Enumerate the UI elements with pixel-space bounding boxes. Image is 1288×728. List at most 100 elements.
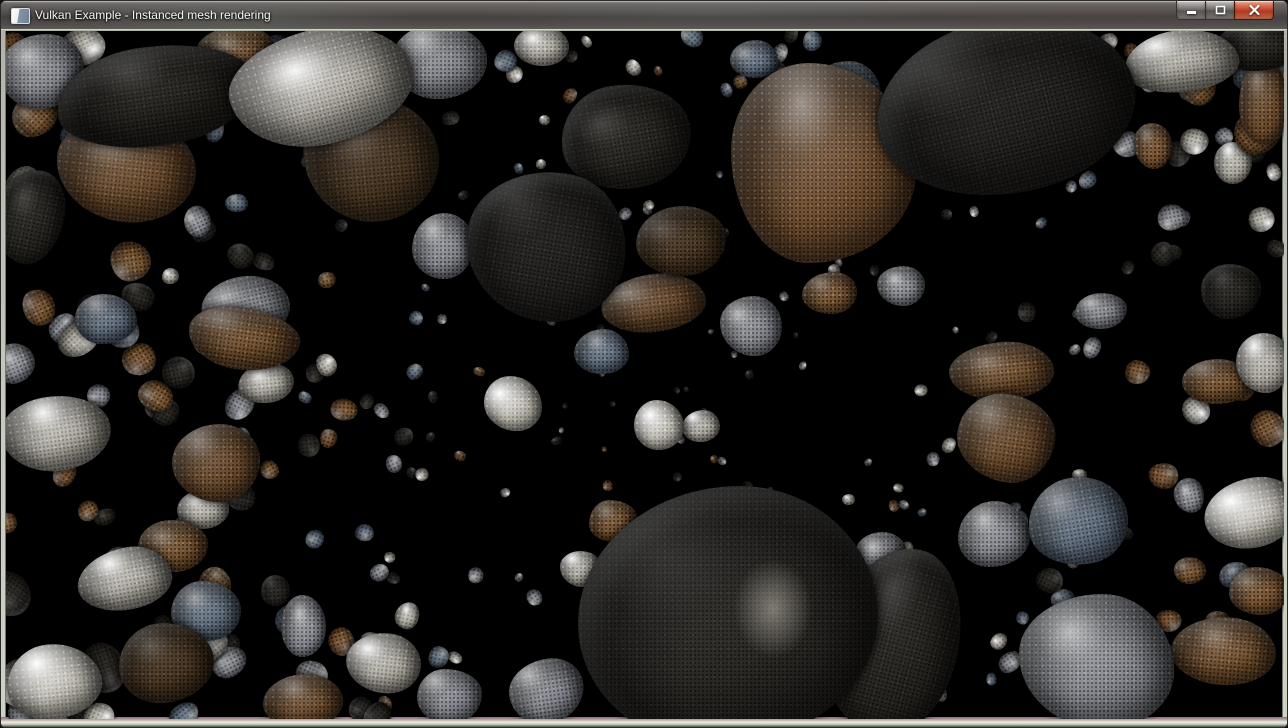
rock [968,205,981,218]
rock [717,455,729,467]
rock [514,31,569,66]
rock [1034,215,1049,231]
rock [1145,237,1179,271]
rock [558,427,563,433]
rock [1134,123,1172,169]
minimize-icon [1186,6,1197,15]
rock [888,500,900,513]
maximize-icon [1215,5,1226,15]
rock [412,213,474,279]
rock [472,365,486,378]
rock [1172,555,1207,586]
rock [940,208,953,221]
rock [456,189,470,202]
rock [453,449,468,463]
rock [499,487,512,499]
rock [579,34,594,50]
rock [958,501,1030,567]
rock [951,388,1060,489]
rock [416,468,429,482]
rock [383,452,405,475]
rock [353,521,376,542]
rock [986,673,996,686]
rock [1263,236,1284,261]
rock [417,669,482,720]
window-title: Vulkan Example - Instanced mesh renderin… [35,8,271,22]
rock [1018,302,1037,323]
rock [1244,404,1284,453]
rock [917,507,928,517]
rock [940,435,959,455]
rock [1074,291,1129,331]
rock [172,424,260,502]
rock [987,630,1010,653]
rock [6,336,41,388]
maximize-button[interactable] [1205,1,1234,20]
application-icon[interactable] [11,8,30,24]
rock [913,383,929,398]
rock [303,526,327,551]
rock [436,313,448,325]
rock [715,170,723,178]
rock [1121,31,1242,98]
rock [1229,567,1284,615]
rock [281,595,326,657]
rock [636,206,726,276]
rock [6,562,40,625]
rock [1067,342,1082,357]
rock [802,31,821,51]
window-controls [1176,1,1274,20]
rock [1246,204,1277,234]
rock [707,327,715,335]
rock [1079,333,1104,361]
rock [720,296,782,356]
rock [428,391,438,403]
rock [682,386,690,394]
rock [446,649,464,667]
rock [6,511,18,534]
rock [257,458,282,483]
rock [225,194,248,213]
rock [1199,472,1284,555]
rock [512,162,524,175]
rock [624,57,645,79]
rock [504,654,587,719]
rock [1123,358,1153,387]
rock [602,480,612,491]
rock [333,218,350,235]
rock [1019,594,1174,720]
rock [634,400,684,450]
rock [119,623,214,703]
close-button[interactable] [1234,1,1274,20]
rock [841,494,854,506]
rock [673,386,681,394]
rock [513,571,525,583]
rock [222,239,258,274]
rock [1021,469,1135,573]
render-viewport[interactable] [6,31,1284,719]
rock [108,239,153,284]
rock [1120,257,1138,275]
rock [718,81,735,99]
rock [383,551,396,564]
rock [343,629,424,697]
rock [330,398,359,422]
rock [371,399,392,421]
rock [250,250,276,274]
rock [406,308,426,328]
title-bar[interactable]: Vulkan Example - Instanced mesh renderin… [1,1,1287,29]
rock [523,587,545,609]
rock [1201,264,1261,319]
rock [608,400,617,409]
rock [393,427,414,447]
rock [467,567,485,585]
rock [574,329,629,374]
rock [162,268,180,284]
rock [539,115,550,125]
rock [318,427,340,450]
rock [892,482,905,495]
rock [870,265,880,277]
minimize-button[interactable] [1176,1,1205,20]
rock [403,360,426,383]
rock [1264,162,1282,183]
